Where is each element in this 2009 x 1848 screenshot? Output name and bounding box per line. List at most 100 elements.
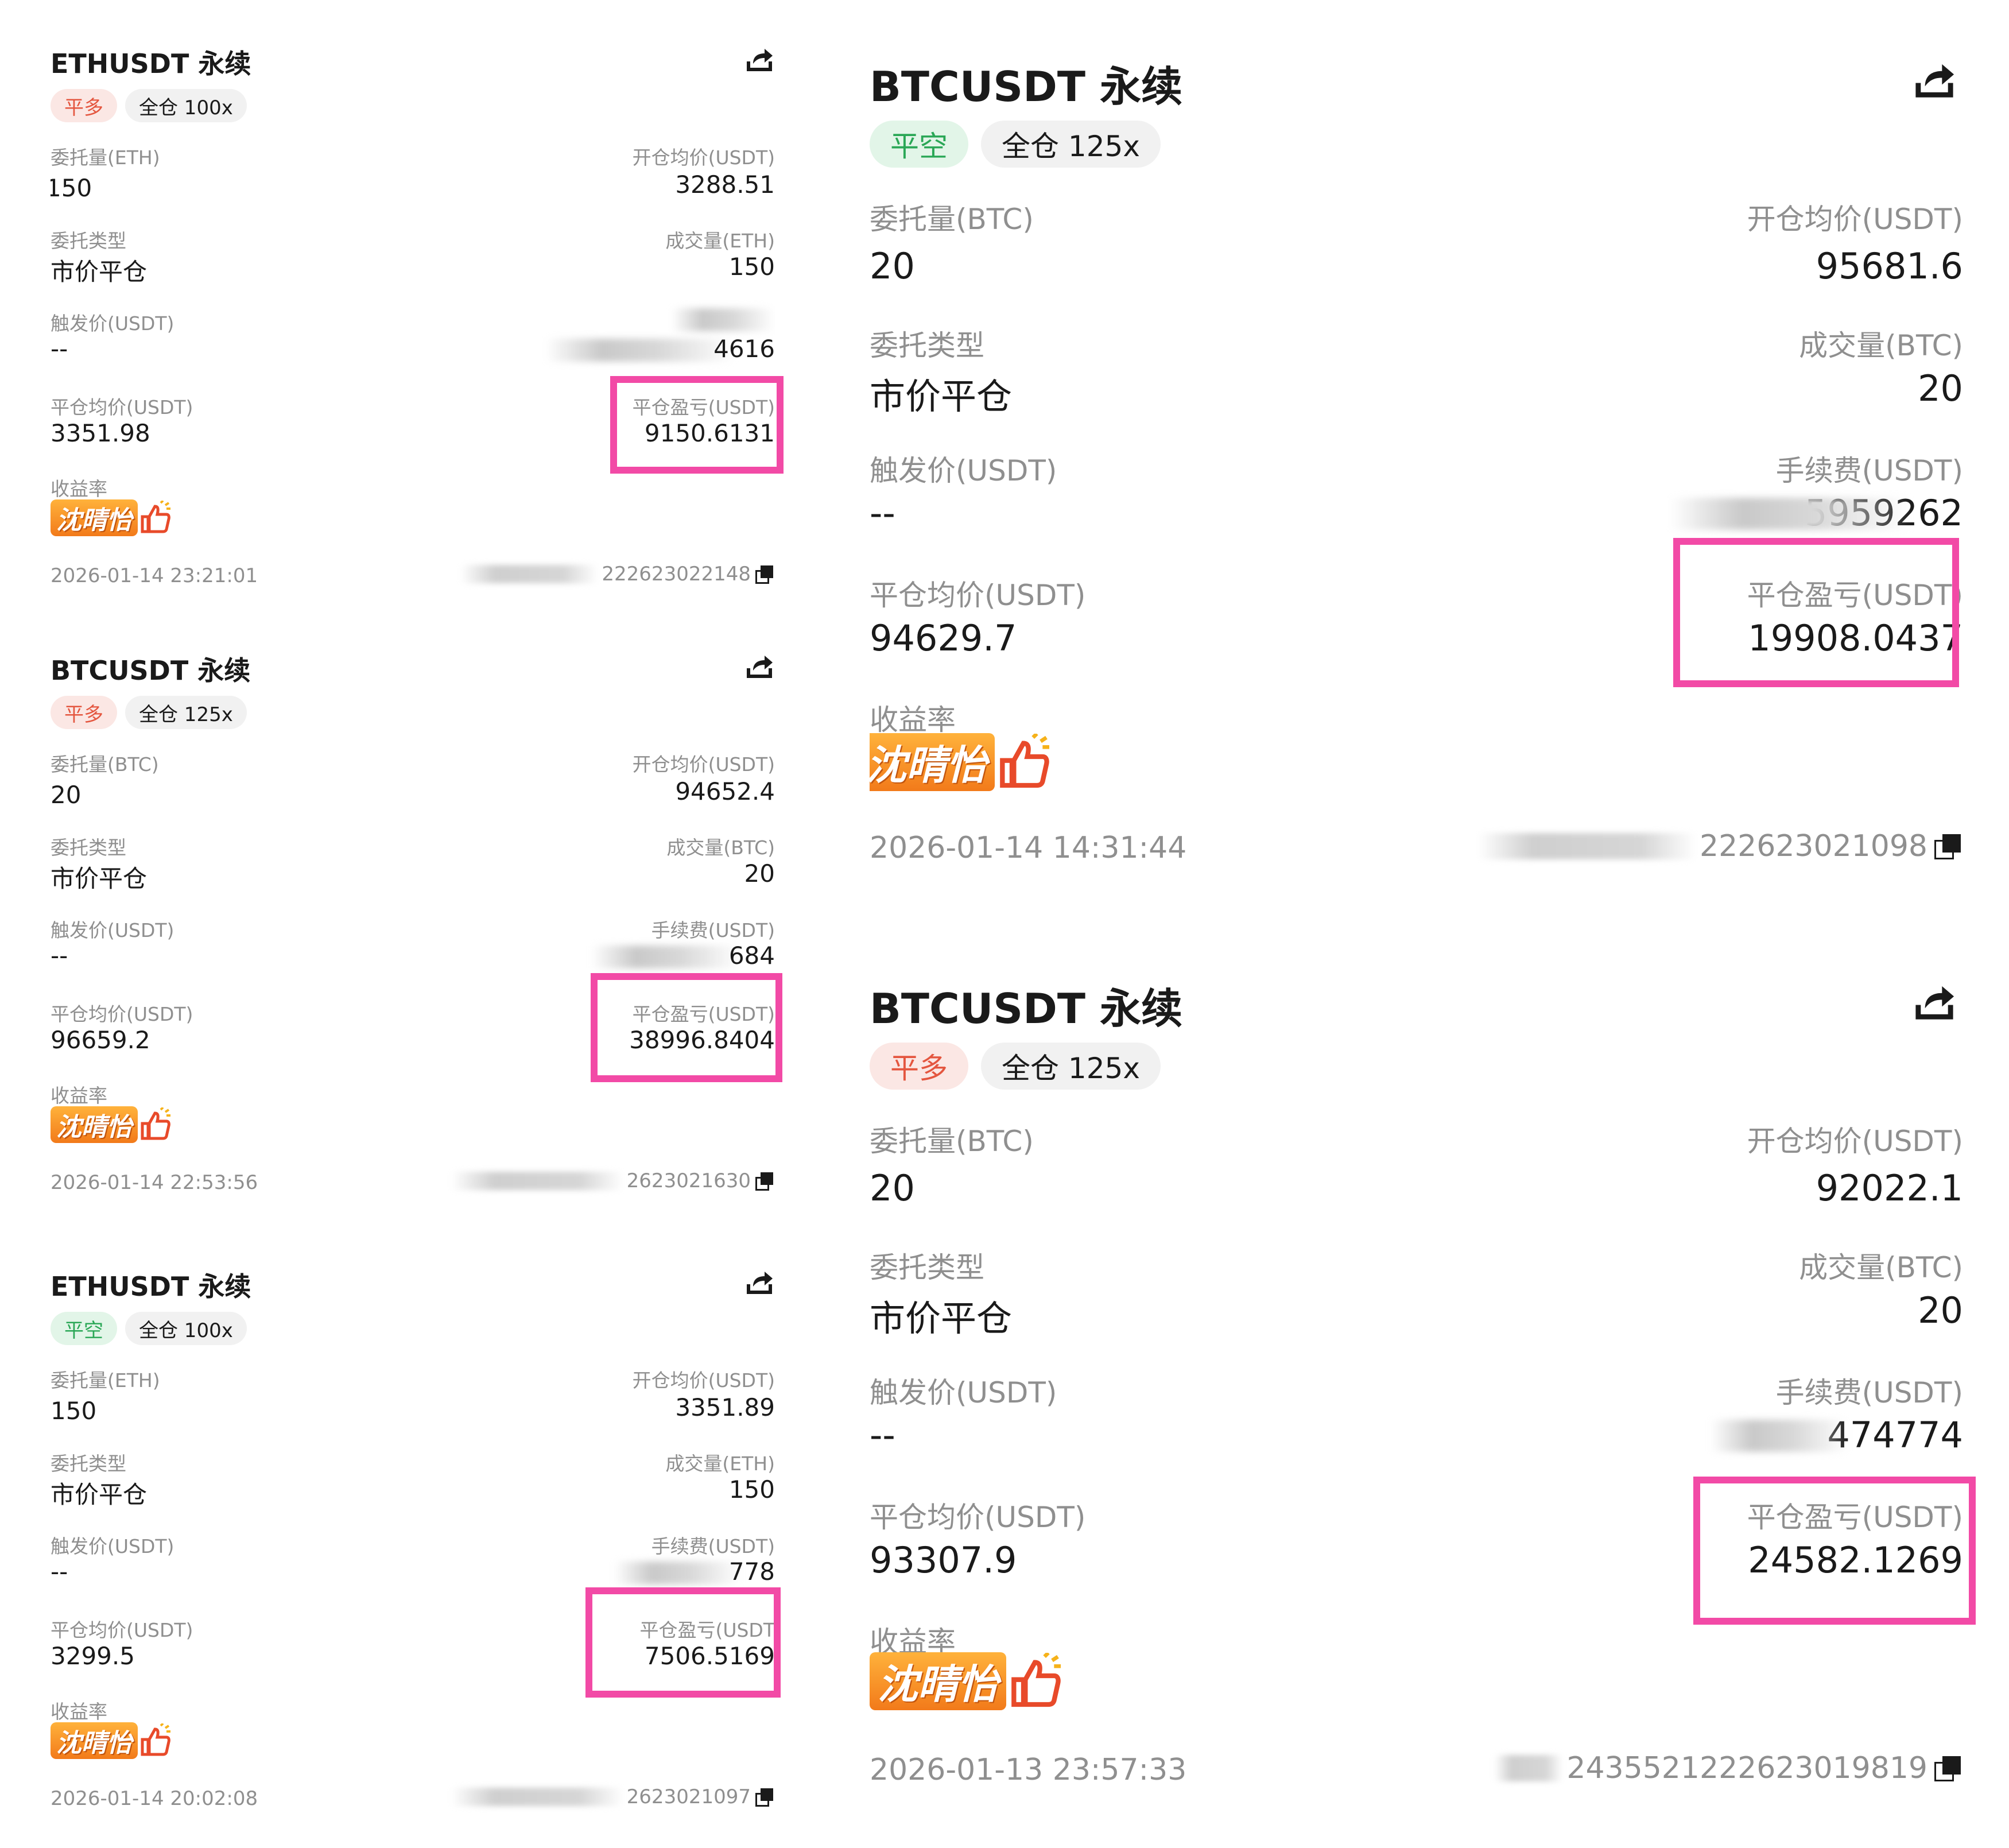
pnl-highlight-box	[1673, 538, 1959, 687]
close-price-label: 平仓均价(USDT)	[51, 1003, 193, 1025]
close-price-value: 96659.2	[51, 1026, 150, 1054]
yield-sticker-text: 沈晴怡	[51, 499, 138, 536]
yield-label: 收益率	[870, 703, 956, 737]
order-id-redacted	[451, 1788, 623, 1806]
filled-qty-label: 成交量(BTC)	[1799, 1251, 1963, 1284]
qty-value: 20	[51, 781, 82, 809]
order-id[interactable]: 2623021097	[451, 1785, 775, 1808]
close-price-value: 3351.98	[51, 419, 150, 447]
symbol-title: BTCUSDT 永续	[870, 63, 1183, 111]
share-icon[interactable]	[1911, 57, 1957, 103]
copy-icon[interactable]	[1934, 832, 1963, 861]
share-icon[interactable]	[744, 44, 775, 75]
copy-icon[interactable]	[755, 1787, 775, 1807]
copy-icon[interactable]	[755, 1171, 775, 1191]
trigger-price-label: 触发价(USDT)	[870, 454, 1057, 487]
order-id[interactable]: 2435521222623019819	[1494, 1751, 1963, 1785]
yield-sticker: 沈晴怡	[870, 1652, 1064, 1710]
qty-label: 委托量(ETH)	[51, 1369, 160, 1392]
order-type-label: 委托类型	[51, 1452, 126, 1475]
order-type-label: 委托类型	[870, 329, 984, 362]
trigger-price-label: 触发价(USDT)	[51, 312, 174, 335]
fee-label: 手续费(USDT)	[651, 1535, 775, 1558]
order-id-redacted	[460, 565, 599, 583]
filled-qty-value: 20	[1918, 1289, 1963, 1331]
filled-qty-value: 20	[744, 859, 775, 888]
yield-sticker-text: 沈晴怡	[51, 1722, 138, 1759]
order-card-3: BTCUSDT 永续 平空 全仓 125x 委托量(BTC) 20 开仓均价(U…	[870, 53, 1963, 914]
close-price-value: 94629.7	[870, 617, 1017, 659]
qty-value: 150	[51, 174, 92, 202]
close-price-label: 平仓均价(USDT)	[51, 1619, 193, 1641]
order-id-partial: 2623021097	[626, 1785, 751, 1808]
order-id[interactable]: 222623022148	[460, 563, 775, 586]
fee-value-partial: 778	[728, 1558, 775, 1586]
yield-sticker: 沈晴怡	[870, 733, 1052, 791]
yield-label: 收益率	[51, 1084, 107, 1107]
filled-qty-value: 150	[728, 1475, 775, 1504]
yield-sticker: 沈晴怡	[51, 1722, 172, 1759]
order-id[interactable]: 222623021098	[1477, 829, 1963, 863]
yield-label: 收益率	[51, 1700, 107, 1723]
order-type-value: 市价平仓	[870, 375, 1013, 417]
side-tag: 平多	[51, 696, 117, 729]
close-price-label: 平仓均价(USDT)	[870, 1501, 1086, 1534]
order-type-value: 市价平仓	[870, 1297, 1013, 1339]
pnl-highlight-box	[1693, 1477, 1976, 1625]
share-icon[interactable]	[744, 1267, 775, 1298]
pnl-highlight-box	[585, 1587, 781, 1698]
side-tag: 平多	[870, 1043, 968, 1090]
filled-qty-label: 成交量(ETH)	[665, 230, 775, 252]
symbol-title: ETHUSDT 永续	[51, 48, 251, 79]
filled-qty-value: 20	[1918, 367, 1963, 409]
order-type-label: 委托类型	[51, 836, 126, 859]
symbol-title: ETHUSDT 永续	[51, 1271, 251, 1302]
order-id-redacted	[1477, 833, 1696, 859]
yield-sticker: 沈晴怡	[51, 1106, 172, 1143]
order-card-0: ETHUSDT 永续 平多 全仓 100x 委托量(ETH) 150 开仓均价(…	[51, 43, 775, 617]
side-tag: 平多	[51, 89, 117, 122]
yield-sticker-text: 沈晴怡	[870, 733, 995, 791]
fee-label: 手续费(USDT)	[1775, 1376, 1963, 1409]
redacted-fee-value	[614, 1562, 740, 1584]
thumbs-up-icon	[141, 1107, 170, 1140]
thumbs-up-icon	[141, 1723, 170, 1756]
order-id-partial: 222623021098	[1699, 829, 1927, 863]
close-price-label: 平仓均价(USDT)	[51, 396, 193, 419]
fee-label: 手续费(USDT)	[651, 919, 775, 942]
order-type-value: 市价平仓	[51, 1481, 148, 1509]
open-price-value: 3288.51	[675, 171, 775, 199]
share-icon[interactable]	[744, 651, 775, 682]
thumbs-up-icon	[1011, 1652, 1061, 1707]
order-id-partial: 2435521222623019819	[1566, 1751, 1927, 1785]
order-card-2: ETHUSDT 永续 平空 全仓 100x 委托量(ETH) 150 开仓均价(…	[51, 1266, 775, 1840]
copy-icon[interactable]	[1934, 1754, 1963, 1783]
symbol-title: BTCUSDT 永续	[870, 985, 1183, 1033]
thumbs-up-icon	[141, 501, 170, 533]
copy-icon[interactable]	[755, 564, 775, 584]
trigger-price-value: --	[870, 1414, 895, 1456]
yield-sticker: 沈晴怡	[51, 499, 172, 536]
margin-mode-tag: 全仓 100x	[125, 89, 247, 122]
side-tag: 平空	[870, 121, 968, 168]
order-type-value: 市价平仓	[51, 258, 148, 286]
qty-label: 委托量(ETH)	[51, 146, 160, 169]
pnl-highlight-box	[591, 973, 782, 1082]
fee-label: 手续费(USDT)	[1775, 454, 1963, 487]
open-price-value: 94652.4	[675, 777, 775, 805]
margin-mode-tag: 全仓 125x	[981, 1043, 1161, 1090]
open-price-label: 开仓均价(USDT)	[632, 1369, 775, 1392]
order-type-label: 委托类型	[870, 1251, 984, 1284]
timestamp: 2026-01-13 23:57:33	[870, 1753, 1187, 1787]
redacted-fee-label	[672, 308, 775, 331]
filled-qty-value: 150	[728, 253, 775, 281]
filled-qty-label: 成交量(BTC)	[1799, 329, 1963, 362]
open-price-label: 开仓均价(USDT)	[1747, 1125, 1963, 1158]
qty-label: 委托量(BTC)	[870, 1125, 1034, 1158]
order-id[interactable]: 2623021630	[451, 1169, 775, 1192]
order-id-partial: 2623021630	[626, 1169, 751, 1192]
qty-value: 20	[870, 1167, 915, 1209]
fee-value-partial: 4616	[713, 335, 775, 363]
trigger-price-label: 触发价(USDT)	[51, 1535, 174, 1558]
share-icon[interactable]	[1911, 979, 1957, 1025]
